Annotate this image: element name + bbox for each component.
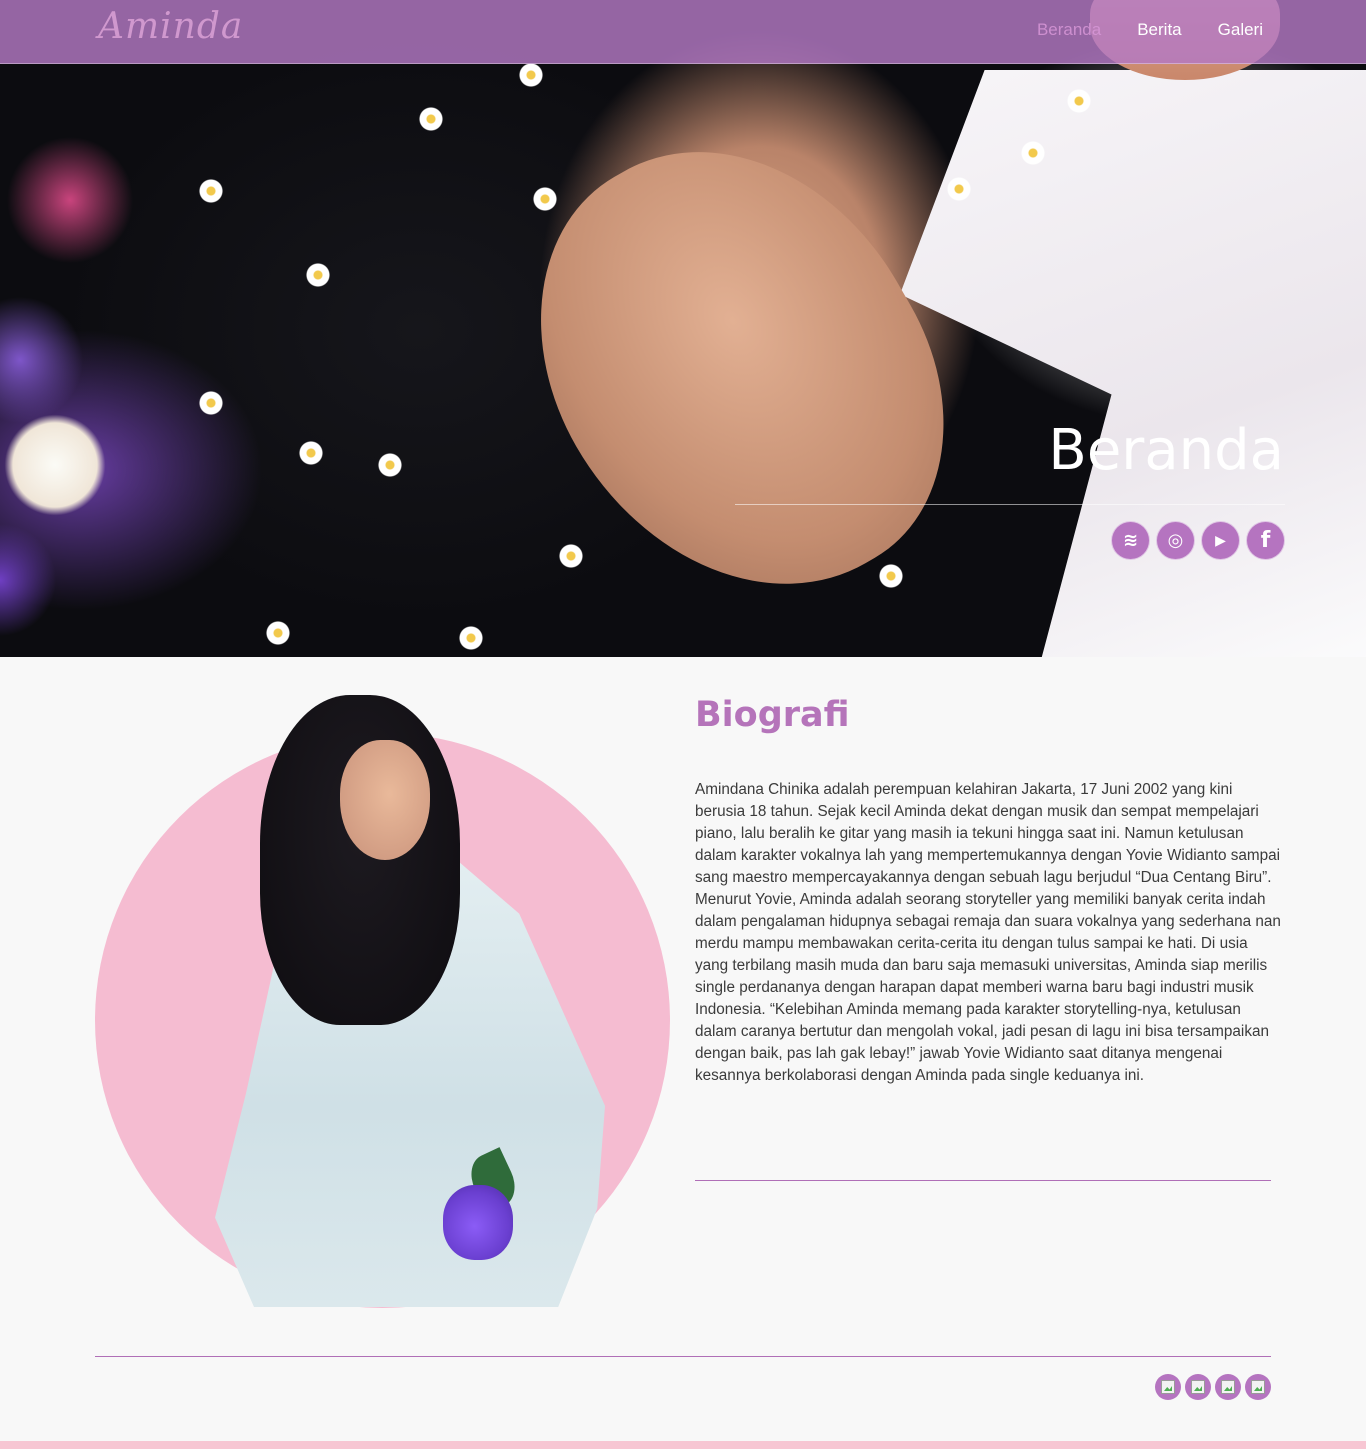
instagram-icon[interactable]: ◎ bbox=[1156, 521, 1195, 560]
daisy-decoration bbox=[418, 106, 444, 132]
daisy-decoration bbox=[198, 178, 224, 204]
daisy-decoration bbox=[1020, 140, 1046, 166]
footer-bar bbox=[0, 1441, 1366, 1449]
social-links: ≋ ◎ ▶ f bbox=[1111, 521, 1285, 560]
bio-title: Biografi bbox=[695, 695, 850, 735]
bio-photo-bouquet bbox=[443, 1185, 513, 1260]
hero-divider bbox=[735, 504, 1285, 505]
footer-link-2[interactable] bbox=[1185, 1374, 1211, 1400]
broken-image-icon bbox=[1191, 1380, 1205, 1394]
hero-portrait-face bbox=[469, 80, 1011, 657]
nav-link-galeri[interactable]: Galeri bbox=[1218, 20, 1263, 40]
hero-flowers-decoration bbox=[0, 120, 180, 657]
nav-link-berita[interactable]: Berita bbox=[1137, 20, 1181, 40]
daisy-decoration bbox=[298, 440, 324, 466]
daisy-decoration bbox=[946, 176, 972, 202]
footer-link-4[interactable] bbox=[1245, 1374, 1271, 1400]
spotify-icon[interactable]: ≋ bbox=[1111, 521, 1150, 560]
daisy-decoration bbox=[458, 625, 484, 651]
daisy-decoration bbox=[265, 620, 291, 646]
bio-photo bbox=[205, 695, 605, 1307]
bio-text: Amindana Chinika adalah perempuan kelahi… bbox=[695, 781, 1281, 1084]
daisy-decoration bbox=[532, 186, 558, 212]
youtube-icon[interactable]: ▶ bbox=[1201, 521, 1240, 560]
daisy-decoration bbox=[558, 543, 584, 569]
footer-link-1[interactable] bbox=[1155, 1374, 1181, 1400]
daisy-decoration bbox=[198, 390, 224, 416]
footer-social-links bbox=[1155, 1374, 1271, 1400]
nav-link-beranda[interactable]: Beranda bbox=[1037, 20, 1101, 40]
broken-image-icon bbox=[1251, 1380, 1265, 1394]
site-logo[interactable]: Aminda bbox=[98, 6, 243, 47]
broken-image-icon bbox=[1161, 1380, 1175, 1394]
footer-divider bbox=[95, 1356, 1271, 1357]
top-navbar: Aminda Beranda Berita Galeri bbox=[0, 0, 1366, 64]
daisy-decoration bbox=[518, 62, 544, 88]
footer-link-3[interactable] bbox=[1215, 1374, 1241, 1400]
daisy-decoration bbox=[377, 452, 403, 478]
facebook-icon[interactable]: f bbox=[1246, 521, 1285, 560]
bio-photo-hair bbox=[260, 695, 460, 1025]
daisy-decoration bbox=[1066, 88, 1092, 114]
hero-banner: Beranda ≋ ◎ ▶ f bbox=[0, 0, 1366, 657]
hero-dress-decoration bbox=[900, 70, 1366, 657]
bio-divider bbox=[695, 1180, 1271, 1181]
daisy-decoration bbox=[305, 262, 331, 288]
broken-image-icon bbox=[1221, 1380, 1235, 1394]
bio-photo-face bbox=[340, 740, 430, 860]
hero-title: Beranda bbox=[1048, 418, 1284, 483]
daisy-decoration bbox=[878, 563, 904, 589]
nav-menu: Beranda Berita Galeri bbox=[1037, 20, 1263, 40]
